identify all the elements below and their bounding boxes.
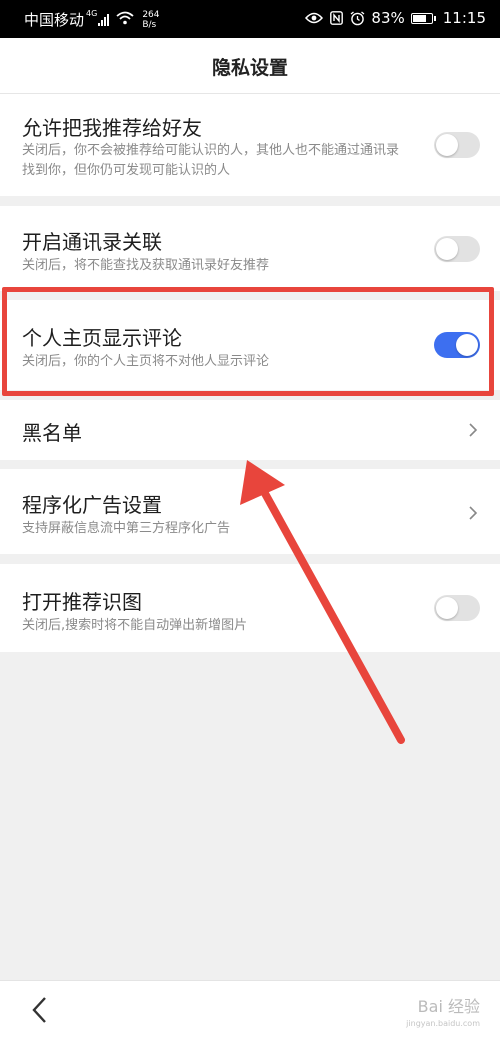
- chevron-right-icon: [469, 423, 478, 437]
- toggle-knob: [456, 334, 478, 356]
- clock: 11:15: [442, 9, 486, 27]
- status-bar: 中国移动 4G 264 B/s 83% 11:15: [0, 0, 500, 38]
- alarm-icon: [350, 10, 365, 26]
- setting-title: 黑名单: [22, 421, 82, 445]
- page-header: 隐私设置: [0, 38, 500, 94]
- nfc-icon: [330, 11, 344, 25]
- toggle-knob: [436, 238, 458, 260]
- setting-description: 关闭后，你不会被推荐给可能认识的人，其他人也不能通过通讯录找到你，但你仍可发现可…: [22, 143, 400, 178]
- setting-description: 关闭后，你的个人主页将不对他人显示评论: [22, 354, 270, 369]
- setting-title: 开启通讯录关联: [22, 230, 162, 254]
- toggle-knob: [436, 134, 458, 156]
- speed-unit: B/s: [142, 19, 157, 30]
- recommend-to-friends-toggle[interactable]: [434, 132, 480, 158]
- setting-title: 个人主页显示评论: [22, 326, 182, 350]
- setting-show-comments: 个人主页显示评论 关闭后，你的个人主页将不对他人显示评论: [0, 300, 500, 390]
- battery-percent: 83%: [371, 9, 405, 27]
- speed-value: 264: [142, 9, 160, 20]
- setting-image-recognition: 打开推荐识图 关闭后,搜索时将不能自动弹出新增图片: [0, 564, 500, 652]
- setting-contacts-link: 开启通讯录关联 关闭后，将不能查找及获取通讯录好友推荐: [0, 206, 500, 291]
- image-recognition-toggle[interactable]: [434, 595, 480, 621]
- chevron-right-icon: [469, 506, 478, 520]
- status-right: 83% 11:15: [298, 9, 486, 27]
- carrier-name: 中国移动: [24, 11, 85, 29]
- bottom-nav-bar: Bai 经验 jingyan.baidu.com: [0, 980, 500, 1039]
- setting-title: 打开推荐识图: [22, 590, 142, 614]
- setting-description: 关闭后,搜索时将不能自动弹出新增图片: [22, 618, 248, 633]
- network-speed: 264 B/s: [142, 10, 159, 30]
- eye-icon: [305, 12, 324, 24]
- setting-title: 程序化广告设置: [22, 493, 162, 517]
- toggle-knob: [436, 597, 458, 619]
- contacts-link-toggle[interactable]: [434, 236, 480, 262]
- watermark-text: Bai 经验: [417, 997, 480, 1016]
- setting-recommend-to-friends: 允许把我推荐给好友 关闭后，你不会被推荐给可能认识的人，其他人也不能通过通讯录找…: [0, 94, 500, 196]
- show-comments-toggle[interactable]: [434, 332, 480, 358]
- setting-programmatic-ads[interactable]: 程序化广告设置 支持屏蔽信息流中第三方程序化广告: [0, 469, 500, 554]
- status-left: 中国移动 4G 264 B/s: [24, 9, 160, 30]
- back-icon[interactable]: [28, 995, 52, 1025]
- setting-description: 支持屏蔽信息流中第三方程序化广告: [22, 521, 231, 536]
- page-title: 隐私设置: [211, 57, 288, 79]
- network-type: 4G: [86, 9, 98, 18]
- setting-description: 关闭后，将不能查找及获取通讯录好友推荐: [22, 258, 270, 273]
- watermark-sub: jingyan.baidu.com: [406, 1019, 480, 1028]
- wifi-icon: [116, 11, 134, 29]
- setting-title: 允许把我推荐给好友: [22, 116, 202, 140]
- battery-icon: [410, 12, 436, 24]
- signal-icon: [98, 13, 110, 26]
- setting-blacklist[interactable]: 黑名单: [0, 400, 500, 460]
- watermark: Bai 经验 jingyan.baidu.com: [406, 993, 480, 1028]
